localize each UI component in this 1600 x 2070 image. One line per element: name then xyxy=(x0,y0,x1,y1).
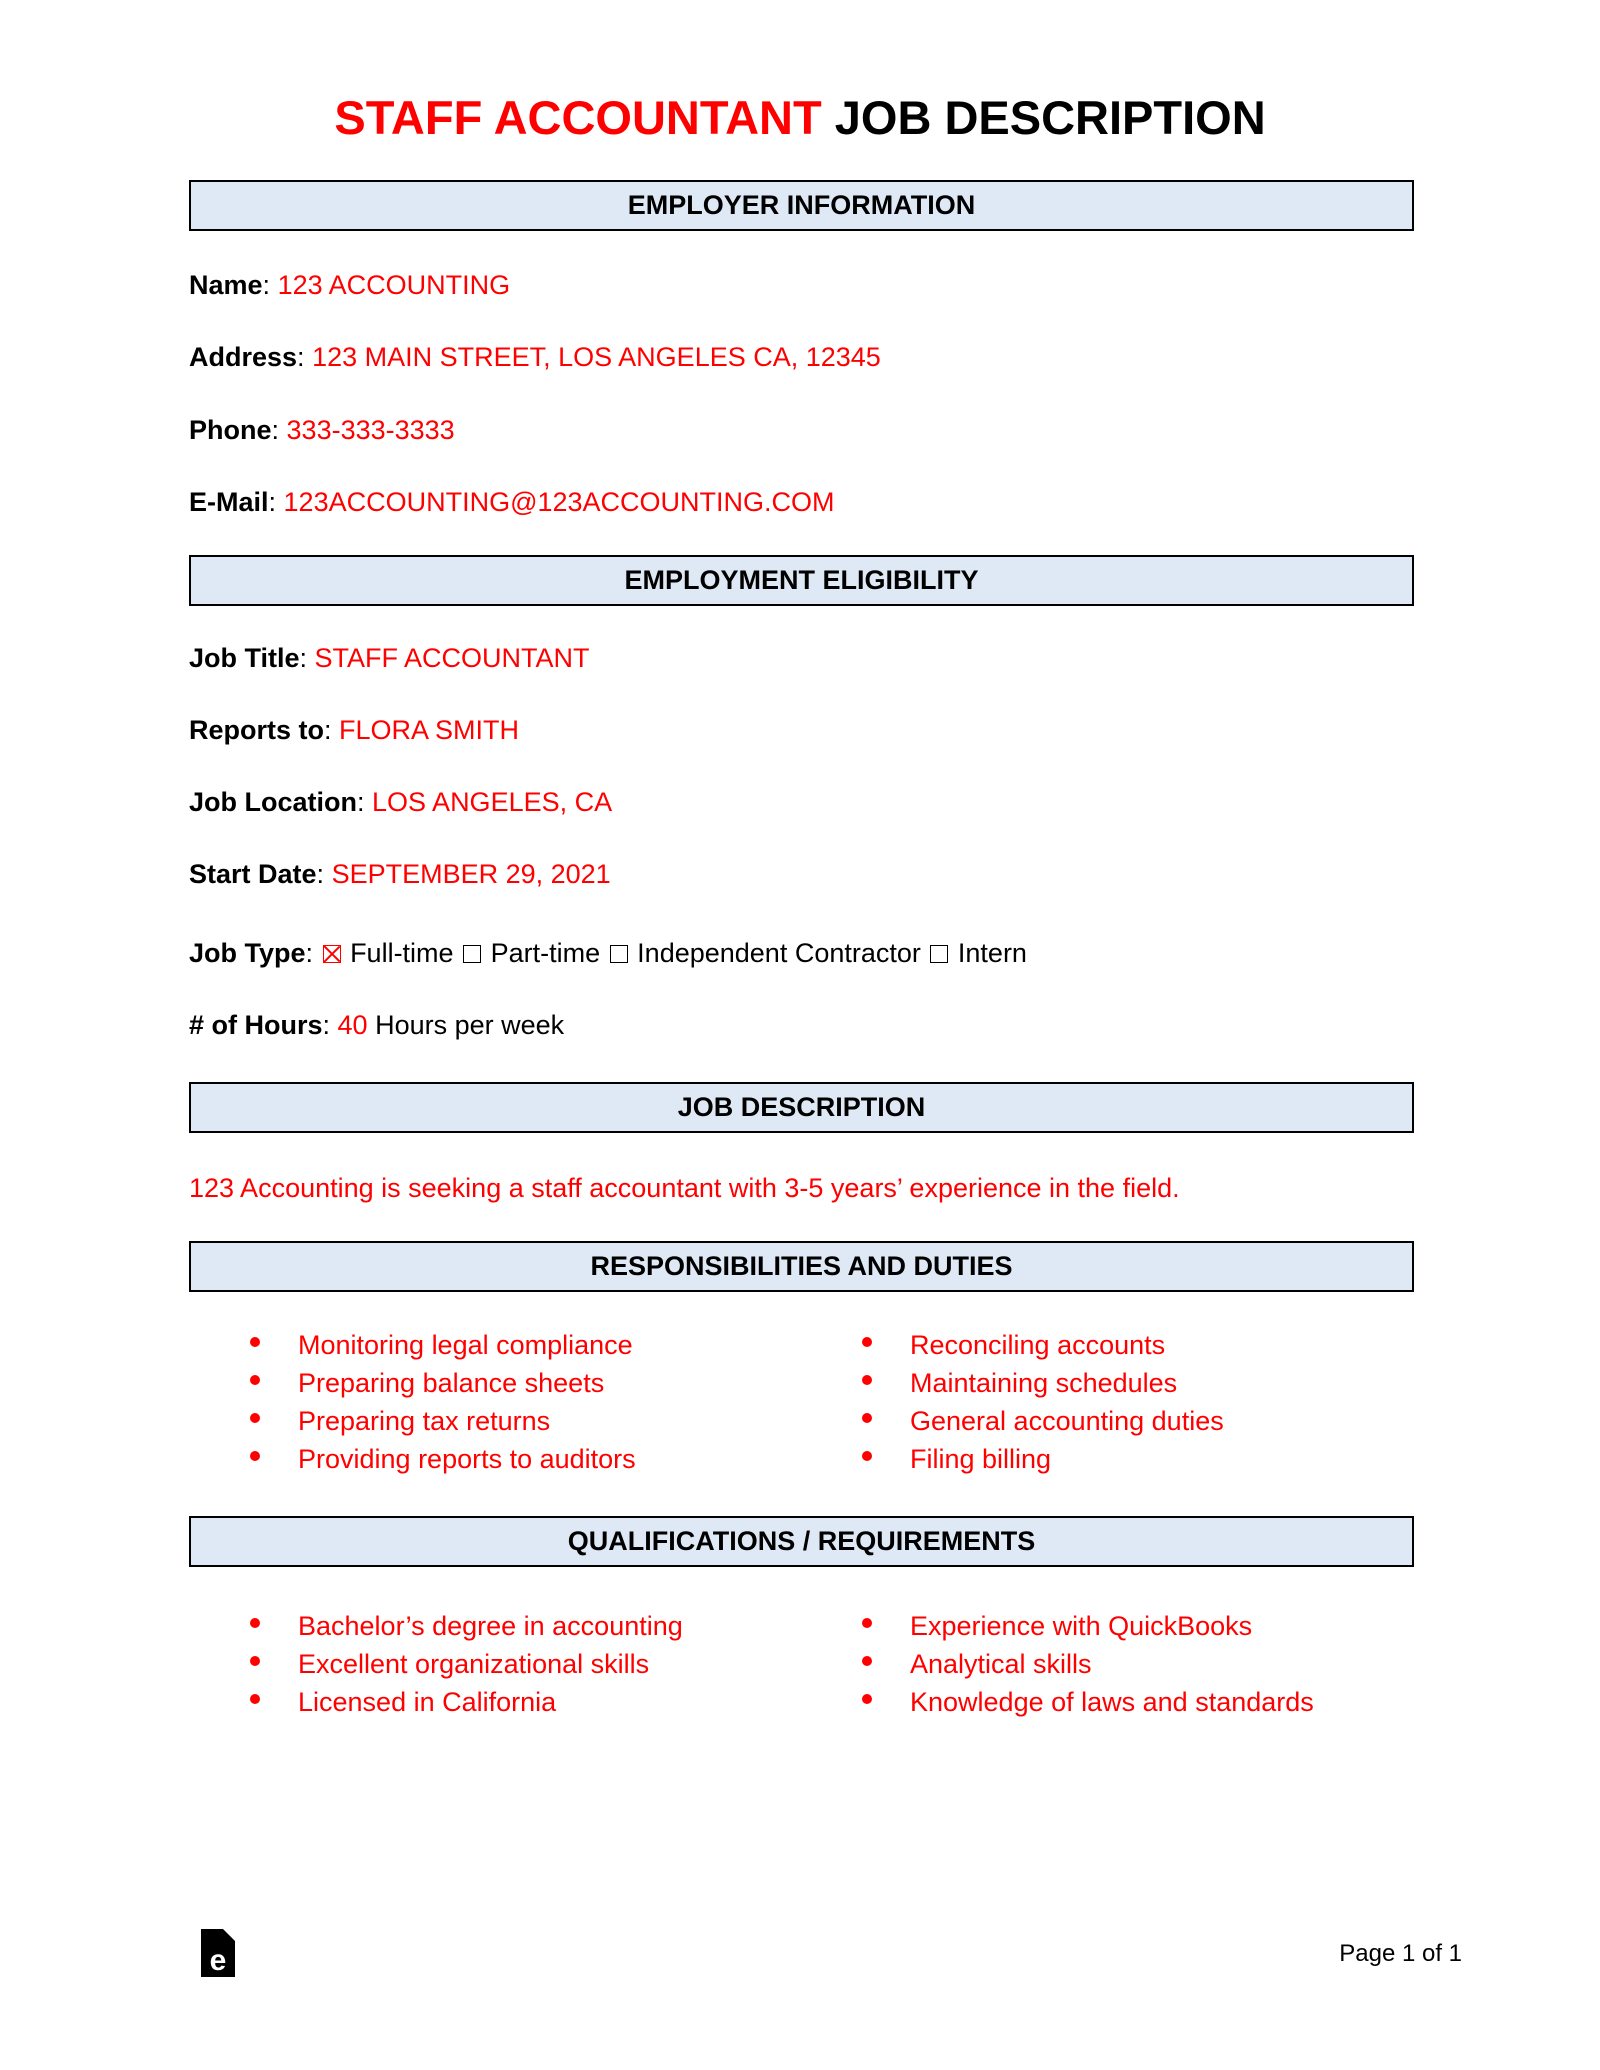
employer-email-field: E-Mail: 123ACCOUNTING@123ACCOUNTING.COM xyxy=(189,487,835,517)
employer-address-field: Address: 123 MAIN STREET, LOS ANGELES CA… xyxy=(189,342,881,372)
section-header-qualifications: QUALIFICATIONS / REQUIREMENTS xyxy=(189,1516,1414,1567)
section-header-description: JOB DESCRIPTION xyxy=(189,1082,1414,1133)
bullet-icon xyxy=(250,1375,260,1385)
bullet-icon xyxy=(862,1694,872,1704)
option-label: Part-time xyxy=(490,938,601,968)
field-value: STAFF ACCOUNTANT xyxy=(314,643,590,673)
field-label: Phone xyxy=(189,415,272,445)
bullet-icon xyxy=(250,1413,260,1423)
checkbox-full-time[interactable] xyxy=(322,945,341,963)
reports-to-field: Reports to: FLORA SMITH xyxy=(189,715,520,745)
checkbox-part-time[interactable] xyxy=(463,945,482,963)
bullet-icon xyxy=(862,1375,872,1385)
employer-phone-field: Phone: 333-333-3333 xyxy=(189,415,455,445)
bullet-icon xyxy=(862,1618,872,1628)
page-number: Page 1 of 1 xyxy=(1339,1940,1462,1967)
title-rest: JOB DESCRIPTION xyxy=(821,91,1266,144)
option-label: Independent Contractor xyxy=(637,938,921,968)
field-label: Name xyxy=(189,270,263,300)
job-title-field: Job Title: STAFF ACCOUNTANT xyxy=(189,643,590,673)
title-highlight: STAFF ACCOUNTANT xyxy=(334,91,822,144)
field-label: Start Date xyxy=(189,859,317,889)
field-label: Address xyxy=(189,342,298,372)
job-description-text: 123 Accounting is seeking a staff accoun… xyxy=(189,1173,1180,1203)
hours-field: # of Hours: 40 Hours per week xyxy=(189,1010,565,1040)
section-header-responsibilities: RESPONSIBILITIES AND DUTIES xyxy=(189,1241,1414,1292)
field-value: 40 xyxy=(337,1010,368,1040)
field-value: 123ACCOUNTING@123ACCOUNTING.COM xyxy=(283,487,835,517)
option-label: Intern xyxy=(957,938,1027,968)
field-value: SEPTEMBER 29, 2021 xyxy=(331,859,611,889)
field-value: 123 ACCOUNTING xyxy=(277,270,511,300)
bullet-icon xyxy=(250,1656,260,1666)
section-header-employer: EMPLOYER INFORMATION xyxy=(189,180,1414,231)
field-value: FLORA SMITH xyxy=(339,715,520,745)
field-value: 333-333-3333 xyxy=(286,415,455,445)
checkbox-intern[interactable] xyxy=(930,945,949,963)
field-value: LOS ANGELES, CA xyxy=(372,787,613,817)
bullet-icon xyxy=(250,1618,260,1628)
field-value: 123 MAIN STREET, LOS ANGELES CA, 12345 xyxy=(312,342,881,372)
bullet-icon xyxy=(250,1694,260,1704)
bullet-icon xyxy=(862,1337,872,1347)
employer-name-field: Name: 123 ACCOUNTING xyxy=(189,270,511,300)
job-location-field: Job Location: LOS ANGELES, CA xyxy=(189,787,613,817)
bullet-icon xyxy=(862,1656,872,1666)
bullet-icon xyxy=(862,1451,872,1461)
field-label: Job Location xyxy=(189,787,357,817)
document-title: STAFF ACCOUNTANT JOB DESCRIPTION xyxy=(0,94,1600,141)
field-label: Job Title xyxy=(189,643,300,673)
checkbox-independent-contractor[interactable] xyxy=(609,945,628,963)
section-header-eligibility: EMPLOYMENT ELIGIBILITY xyxy=(189,555,1414,606)
hours-suffix: Hours per week xyxy=(375,1010,565,1040)
bullet-icon xyxy=(250,1337,260,1347)
bullet-icon xyxy=(250,1451,260,1461)
job-type-field: Job Type: Full-time Part-time Independen… xyxy=(189,938,1027,968)
bullet-icon xyxy=(862,1413,872,1423)
eforms-logo-icon: e xyxy=(201,1929,235,1977)
svg-text:e: e xyxy=(210,1944,227,1977)
option-label: Full-time xyxy=(350,938,454,968)
field-label: E-Mail xyxy=(189,487,269,517)
field-label: Reports to xyxy=(189,715,324,745)
field-label: # of Hours xyxy=(189,1010,323,1040)
start-date-field: Start Date: SEPTEMBER 29, 2021 xyxy=(189,859,611,889)
field-label: Job Type xyxy=(189,938,306,968)
